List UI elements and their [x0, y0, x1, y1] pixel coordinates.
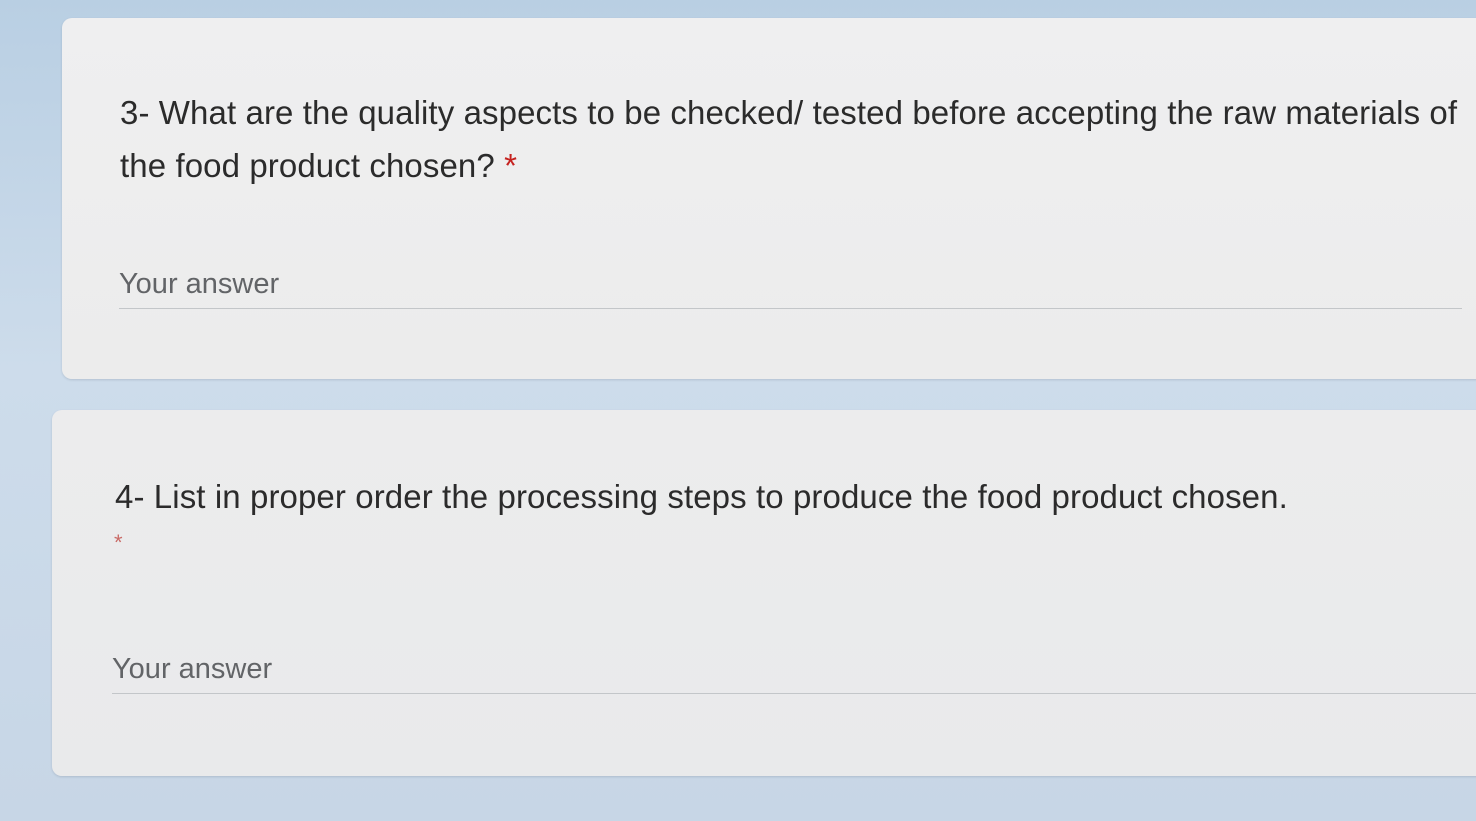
required-asterisk: *	[114, 530, 123, 555]
question-card-4: 4- List in proper order the processing s…	[52, 410, 1476, 776]
question-title: 4- List in proper order the processing s…	[115, 474, 1476, 519]
question-card-3: 3- What are the quality aspects to be ch…	[62, 18, 1476, 379]
question-text: 3- What are the quality aspects to be ch…	[120, 94, 1458, 184]
answer-input[interactable]	[112, 646, 1476, 694]
question-text: 4- List in proper order the processing s…	[115, 478, 1288, 515]
answer-input[interactable]	[119, 261, 1462, 309]
required-asterisk: *	[504, 147, 518, 184]
question-title: 3- What are the quality aspects to be ch…	[120, 86, 1460, 192]
